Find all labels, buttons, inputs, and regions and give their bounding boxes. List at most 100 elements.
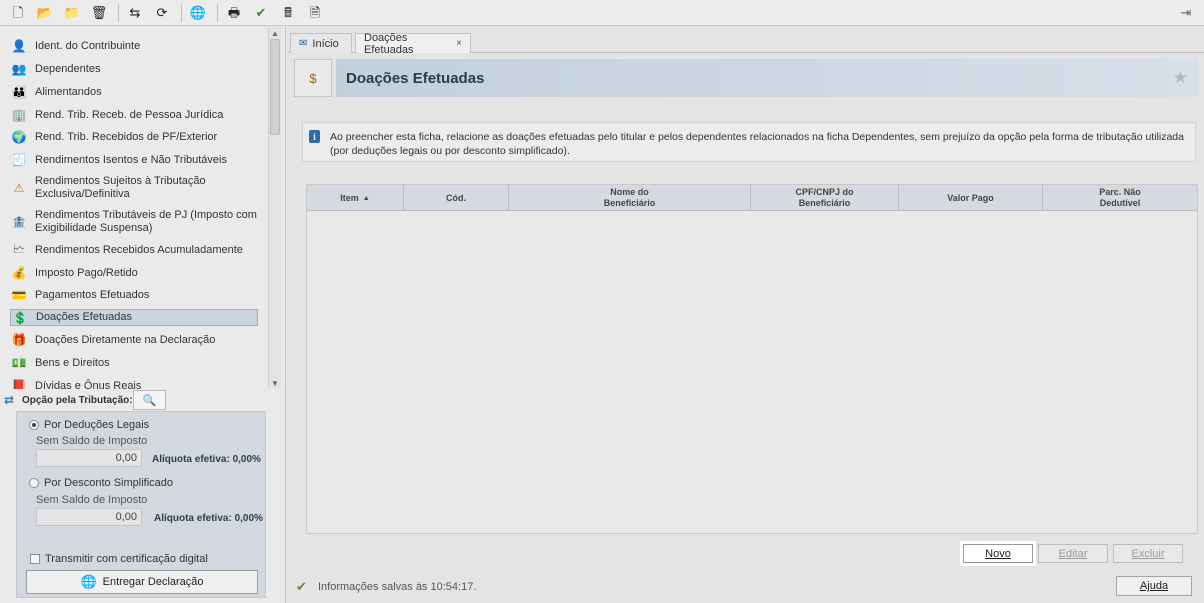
left-panel: 👤 Ident. do Contribuinte 👥 Dependentes 👪… <box>0 27 286 603</box>
open-folder-icon[interactable]: 📂 <box>33 2 57 24</box>
recover-icon[interactable]: ⟳ <box>150 2 174 24</box>
main-toolbar: 🗋 📂 📁 🗑 ⇆ ⟳ 🌐 🖶 ✔ 🖩 🗎 ⇥ <box>0 0 1204 26</box>
ajuda-button[interactable]: Ajuda <box>1116 576 1192 596</box>
sidebar-item-dividas[interactable]: 📕 Dívidas e Ônus Reais <box>10 377 258 389</box>
sidebar-item-imposto-pago[interactable]: 💰 Imposto Pago/Retido <box>10 264 258 282</box>
sidebar-item-pagamentos[interactable]: 💳 Pagamentos Efetuados <box>10 286 258 304</box>
column-header-cod[interactable]: Cód. <box>404 185 509 211</box>
warning-icon: ⚠ <box>13 181 25 195</box>
accumulated-icon: 🗠 <box>12 241 26 256</box>
tab-label: Início <box>312 37 339 50</box>
info-text: Ao preencher esta ficha, relacione as do… <box>330 131 1184 157</box>
simplified-value-field: 0,00 <box>36 508 142 526</box>
scroll-up-icon[interactable]: ▲ <box>269 27 281 39</box>
sidebar-item-rend-exclusiva[interactable]: ⚠ Rendimentos Sujeitos à Tributação Excl… <box>10 174 258 202</box>
radio-circle[interactable] <box>29 478 39 488</box>
new-document-icon[interactable]: 🗋 <box>6 2 30 24</box>
certificate-checkbox[interactable] <box>30 554 40 564</box>
sidebar-item-doacoes-efetuadas[interactable]: 💲 Doações Efetuadas <box>10 309 258 326</box>
status-text: Informações salvas às 10:54:17. <box>318 581 477 593</box>
column-header-cpf-cnpj[interactable]: CPF/CNPJ do Beneficiário <box>751 185 899 211</box>
toolbar-separator <box>217 3 218 22</box>
legal-sub-label: Sem Saldo de Imposto <box>36 435 148 447</box>
page-title-bar: $ Doações Efetuadas ★ <box>294 59 1198 97</box>
page-title: Doações Efetuadas <box>346 69 485 87</box>
sidebar-item-label: Rend. Trib. Recebidos de PF/Exterior <box>35 130 218 143</box>
radio-deducoes-legais[interactable]: Por Deduções Legais <box>29 419 149 431</box>
info-box: i Ao preencher esta ficha, relacione as … <box>302 122 1196 162</box>
column-label: Item <box>340 192 359 203</box>
sidebar-item-doacoes-diretamente[interactable]: 🎁 Doações Diretamente na Declaração <box>10 331 258 349</box>
column-label: Valor Pago <box>947 192 994 203</box>
column-header-valor-pago[interactable]: Valor Pago <box>899 185 1043 211</box>
options-title: Opção pela Tributação: <box>22 394 133 406</box>
company-income-icon: 🏢 <box>11 108 27 122</box>
sidebar-item-rend-acumulados[interactable]: 🗠 Rendimentos Recebidos Acumuladamente <box>10 241 258 259</box>
receipt-icon[interactable]: 🗎 <box>303 2 327 24</box>
radio-circle[interactable] <box>29 420 39 430</box>
novo-button[interactable]: Novo <box>963 544 1033 563</box>
sidebar-item-label: Pagamentos Efetuados <box>35 288 150 301</box>
column-header-item[interactable]: Item ▲ <box>307 185 404 211</box>
star-icon[interactable]: ★ <box>1173 68 1188 88</box>
sidebar-item-label: Imposto Pago/Retido <box>35 266 138 279</box>
magnifier-icon: 🔍 <box>142 394 157 407</box>
sidebar-item-rend-exigibilidade[interactable]: 🏦 Rendimentos Tributáveis de PJ (Imposto… <box>10 208 258 236</box>
page-title-panel: Doações Efetuadas ★ <box>336 59 1198 97</box>
globe-icon[interactable]: 🌐 <box>186 2 210 24</box>
simplified-sub-label: Sem Saldo de Imposto <box>36 494 148 506</box>
sidebar-item-rend-pf-exterior[interactable]: 🌍 Rend. Trib. Recebidos de PF/Exterior <box>10 128 258 146</box>
sidebar-item-dependentes[interactable]: 👥 Dependentes <box>10 60 258 78</box>
sidebar-item-ident-contribuinte[interactable]: 👤 Ident. do Contribuinte <box>10 37 258 55</box>
simplified-aliquota: Alíquota efetiva: 0,00% <box>154 513 263 524</box>
check-icon[interactable]: ✔ <box>249 2 273 24</box>
sidebar-item-rend-isentos[interactable]: 🧾 Rendimentos Isentos e Não Tributáveis <box>10 151 258 169</box>
payment-card-icon: 💳 <box>11 288 27 302</box>
envelope-icon: ✉ <box>299 38 308 49</box>
certificate-checkbox-row[interactable]: Transmitir com certificação digital <box>30 553 208 565</box>
entregar-declaracao-button[interactable]: 🌐 Entregar Declaração <box>26 570 258 594</box>
sidebar-item-label: Dependentes <box>35 62 101 75</box>
tab-label: Doações Efetuadas <box>364 31 414 56</box>
debts-icon: 📕 <box>11 379 27 389</box>
sidebar-item-label: Dívidas e Ônus Reais <box>35 379 142 390</box>
calculator-icon[interactable]: 🖩 <box>276 2 300 24</box>
excluir-button[interactable]: Excluir <box>1113 544 1183 563</box>
tab-inicio[interactable]: ✉ Início <box>290 33 352 53</box>
zoom-button[interactable]: 🔍 <box>133 390 166 410</box>
trash-icon[interactable]: 🗑 <box>87 2 111 24</box>
arrows-icon: ⇄ <box>4 393 15 407</box>
column-header-nome[interactable]: Nome do Beneficiário <box>509 185 751 211</box>
sidebar-item-bens-direitos[interactable]: 💵 Bens e Direitos <box>10 354 258 372</box>
scrollbar-thumb[interactable] <box>270 39 280 135</box>
column-label: CPF/CNPJ do Beneficiário <box>795 187 854 208</box>
column-label: Nome do Beneficiário <box>603 187 656 208</box>
sidebar-item-alimentandos[interactable]: 👪 Alimentandos <box>10 83 258 101</box>
sidebar-item-label: Bens e Direitos <box>35 356 110 369</box>
scroll-down-icon[interactable]: ▼ <box>269 377 281 389</box>
alimentandos-icon: 👪 <box>11 85 27 99</box>
taxation-options-panel: Por Deduções Legais Sem Saldo de Imposto… <box>16 411 266 598</box>
sidebar-item-label: Rendimentos Recebidos Acumuladamente <box>35 243 243 256</box>
entregar-label: Entregar Declaração <box>102 576 204 588</box>
sidebar-nav: 👤 Ident. do Contribuinte 👥 Dependentes 👪… <box>0 27 268 389</box>
sidebar-scrollbar[interactable]: ▲ ▼ <box>268 27 281 389</box>
import-icon[interactable]: ⇆ <box>123 2 147 24</box>
radio-desconto-simplificado[interactable]: Por Desconto Simplificado <box>29 477 173 489</box>
radio-dot <box>32 423 36 427</box>
column-label: Parc. Não Dedutível <box>1099 187 1141 208</box>
exempt-income-icon: 🧾 <box>11 153 27 167</box>
column-label: Cód. <box>446 192 466 203</box>
exit-icon[interactable]: ⇥ <box>1176 3 1196 23</box>
column-header-parc-nao-dedutivel[interactable]: Parc. Não Dedutível <box>1043 185 1197 211</box>
sidebar-item-rend-pj[interactable]: 🏢 Rend. Trib. Receb. de Pessoa Jurídica <box>10 106 258 124</box>
close-icon[interactable]: × <box>456 38 462 49</box>
print-icon[interactable]: 🖶 <box>222 2 246 24</box>
sidebar-item-label: Doações Efetuadas <box>36 311 133 323</box>
certificate-label: Transmitir com certificação digital <box>45 553 208 565</box>
donations-table[interactable]: Item ▲ Cód. Nome do Beneficiário CPF/CNP… <box>306 184 1198 534</box>
tab-doacoes-efetuadas[interactable]: Doações Efetuadas × <box>355 31 471 56</box>
pf-income-icon: 🌍 <box>11 130 27 144</box>
folder-icon[interactable]: 📁 <box>60 2 84 24</box>
editar-button[interactable]: Editar <box>1038 544 1108 563</box>
